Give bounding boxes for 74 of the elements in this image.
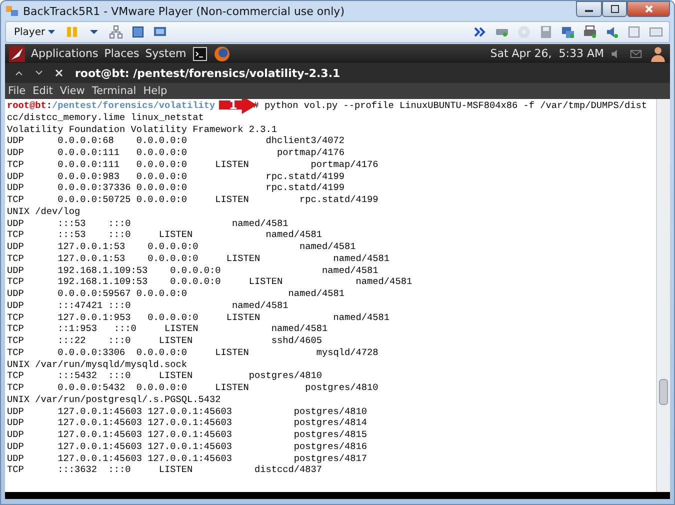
close-button[interactable]: [55, 69, 65, 77]
network-icon[interactable]: [109, 25, 124, 39]
output-line: UDP 127.0.0.1:45603 127.0.0.1:45603 postgres/4816: [7, 440, 368, 452]
panel-menu[interactable]: Applications: [31, 47, 98, 60]
screen-icon[interactable]: [649, 25, 663, 39]
output-line: UDP 0.0.0.0:59567 0.0.0.0:0 named/4581: [7, 288, 346, 300]
fit-icon[interactable]: [131, 25, 146, 39]
menu-item[interactable]: Help: [143, 85, 168, 97]
close-icon: [55, 69, 63, 77]
close-button[interactable]: [627, 1, 670, 17]
output-line: UDP 127.0.0.1:45603 127.0.0.1:45603 postgres/4815: [7, 429, 368, 441]
output-line: Volatility Foundation Volatility Framework 2.3.1: [7, 124, 278, 136]
caret-down-icon: [35, 70, 43, 76]
globe-icon: [214, 46, 230, 62]
output-line: UDP 0.0.0.0:37336 0.0.0.0:0 rpc.statd/4199: [7, 182, 346, 194]
terminal-icon: [192, 46, 208, 60]
output-line: TCP 0.0.0.0:50725 0.0.0.0:0 LISTEN rpc.statd/4199: [7, 194, 380, 206]
printer-icon[interactable]: [583, 25, 597, 39]
terminal-title: root@bt: /pentest/forensics/volatility-2.3.1: [75, 66, 340, 80]
window-icon[interactable]: [627, 25, 641, 39]
caret-icon: [48, 30, 56, 34]
dragon-logo-icon: [9, 46, 25, 62]
prompt-separator: :: [46, 100, 52, 111]
output-line: UDP 0.0.0.0:68 0.0.0.0:0 dhclient3/4072: [7, 135, 346, 147]
minimize-button[interactable]: [576, 1, 602, 17]
output-line: TCP ::1:953 :::0 LISTEN named/4581: [7, 323, 329, 335]
output-line: TCP 0.0.0.0:5432 0.0.0.0:0 LISTEN postgres/4810: [7, 382, 380, 394]
output-line: UNIX /var/run/postgresql/.s.PGSQL.5432: [7, 394, 222, 406]
output-line: TCP 127.0.0.1:953 0.0.0.0:0 LISTEN named/4581: [7, 312, 391, 324]
app-logo-icon: [5, 4, 19, 18]
menu-item[interactable]: Terminal: [92, 85, 136, 97]
mail-icon: [628, 48, 644, 60]
menu-item[interactable]: File: [8, 85, 26, 97]
fullscreen-icon[interactable]: [153, 25, 168, 39]
output-line: UDP :::47421 :::0 named/4581: [7, 300, 290, 312]
output-line: UDP 0.0.0.0:983 0.0.0.0:0 rpc.statd/4199: [7, 170, 346, 182]
output-line: UNIX /dev/log: [7, 206, 82, 218]
output-line: UDP 0.0.0.0:111 0.0.0.0:0 portmap/4176: [7, 147, 346, 159]
menu-item[interactable]: Edit: [32, 85, 53, 97]
output-line: cc/distcc_memory.lime linux_netstat: [7, 112, 205, 124]
caret-up-button[interactable]: [15, 70, 25, 76]
chevron-icon[interactable]: [473, 25, 487, 39]
caret-up-icon: [15, 70, 23, 76]
panel-menu[interactable]: Places: [104, 47, 140, 60]
close-icon: [644, 5, 652, 13]
player-menu[interactable]: Player: [12, 26, 58, 38]
output-line: TCP :::22 :::0 LISTEN sshd/4605: [7, 335, 324, 347]
speaker-icon[interactable]: [605, 25, 619, 39]
output-line: UDP 127.0.0.1:45603 127.0.0.1:45603 postgres/4810: [7, 406, 368, 418]
output-line: UDP 127.0.0.1:45603 127.0.0.1:45603 postgres/4817: [7, 452, 368, 464]
prompt-path: /pentest/forensics/volatility: [52, 100, 216, 111]
window-title: BackTrack5R1 - VMware Player (Non-commercial use only): [23, 4, 346, 18]
output-line: TCP 127.0.0.1:53 0.0.0.0:0 LISTEN named/4581: [7, 252, 391, 264]
output-line: UDP 127.0.0.1:45603 127.0.0.1:45603 postgres/4814: [7, 417, 368, 429]
panel-menu[interactable]: System: [145, 47, 186, 60]
output-line: TCP 192.168.1.109:53 0.0.0.0:0 LISTEN named/4581: [7, 276, 414, 288]
output-line: TCP 0.0.0.0:3306 0.0.0.0:0 LISTEN mysqld/4728: [7, 346, 380, 358]
clock[interactable]: Sat Apr 26, 5:33 AM: [490, 47, 604, 60]
caret-down-button[interactable]: [35, 70, 45, 76]
network-icon[interactable]: [561, 25, 575, 39]
output-line: TCP :::5432 :::0 LISTEN postgres/4810: [7, 370, 324, 382]
maximize-icon: [610, 5, 618, 13]
output-line: UDP 192.168.1.109:53 0.0.0.0:0 named/4581: [7, 264, 380, 276]
maximize-button[interactable]: [602, 1, 627, 17]
output-line: TCP :::3632 :::0 LISTEN distccd/4837: [7, 464, 324, 476]
user-icon: [650, 46, 666, 62]
scrollbar[interactable]: [656, 99, 670, 492]
output-line: UDP :::53 :::0 named/4581: [7, 218, 290, 230]
output-line: UNIX /var/run/mysqld/mysqld.sock: [7, 358, 188, 370]
output-line: TCP 0.0.0.0:111 0.0.0.0:0 LISTEN portmap/4176: [7, 158, 380, 170]
prompt-user: root@bt: [7, 100, 46, 111]
menu-item[interactable]: View: [60, 85, 85, 97]
output-line: TCP :::53 :::0 LISTEN named/4581: [7, 229, 324, 241]
output-line: UDP 127.0.0.1:53 0.0.0.0:0 named/4581: [7, 241, 357, 253]
